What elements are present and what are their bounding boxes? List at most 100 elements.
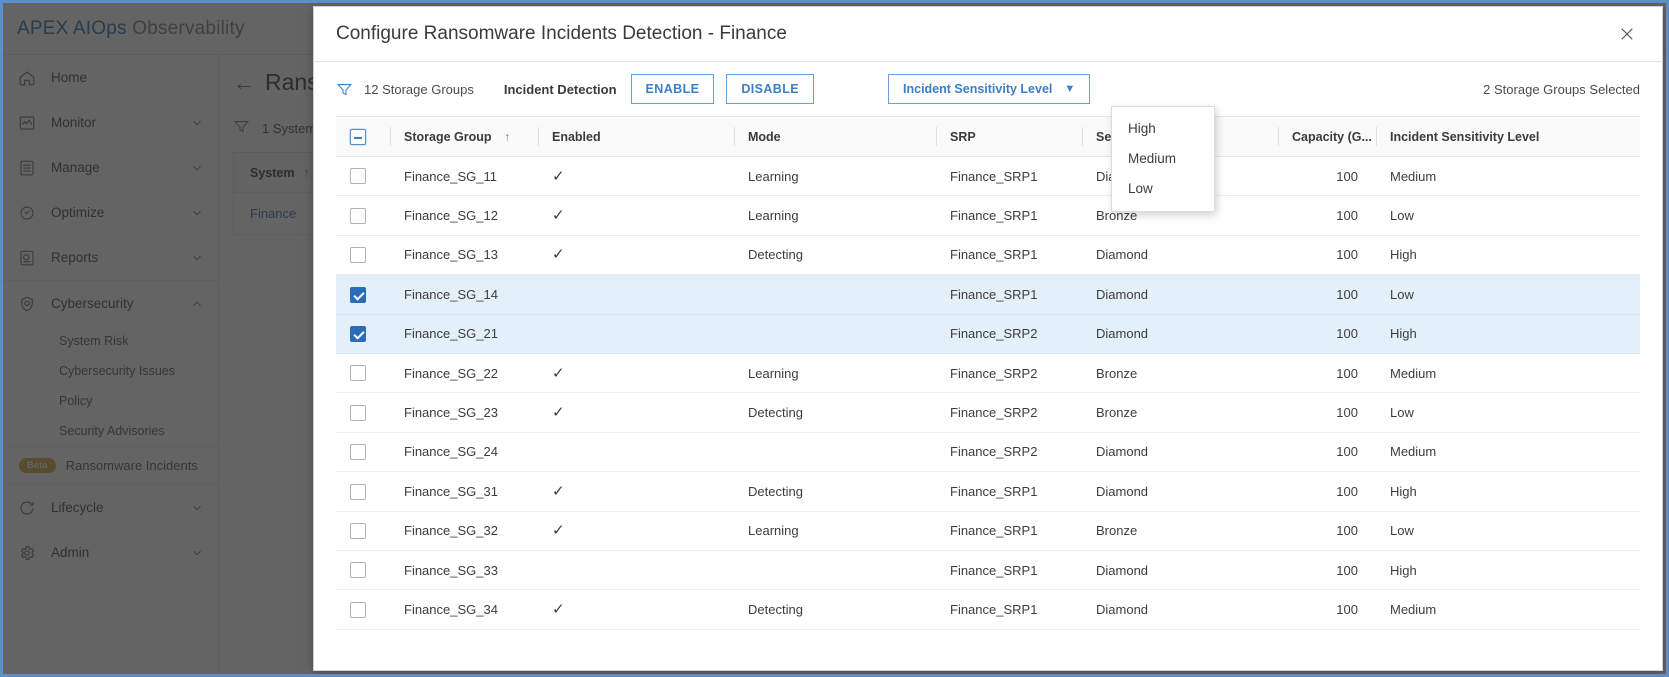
cell-storage-group: Finance_SG_23	[390, 392, 538, 433]
cell-capacity: 100	[1278, 235, 1376, 276]
selection-summary: 2 Storage Groups Selected	[1483, 81, 1640, 97]
column-label: Capacity (G...	[1292, 129, 1372, 144]
cell-mode: Detecting	[734, 589, 936, 630]
incident-sensitivity-level-dropdown-button[interactable]: Incident Sensitivity Level ▼	[888, 74, 1091, 104]
screen-root: APEX AIOps Observability Home Monitor	[0, 0, 1669, 677]
dialog-toolbar: 12 Storage Groups Incident Detection ENA…	[314, 62, 1662, 116]
column-label: Enabled	[552, 129, 601, 144]
check-icon: ✓	[552, 404, 565, 422]
row-select-cell	[336, 550, 390, 591]
row-checkbox[interactable]	[350, 365, 366, 382]
table-row[interactable]: Finance_SG_13 ✓ Detecting Finance_SRP1 Diamo…	[336, 235, 1640, 276]
row-checkbox[interactable]	[350, 247, 366, 264]
cell-srp: Finance_SRP1	[936, 156, 1082, 197]
check-icon: ✓	[552, 600, 565, 618]
cell-capacity: 100	[1278, 156, 1376, 197]
table-row[interactable]: Finance_SG_14 Finance_SRP1 Diamond 100 Low	[336, 274, 1640, 315]
row-select-cell	[336, 156, 390, 197]
cell-storage-group: Finance_SG_33	[390, 550, 538, 591]
incident-detection-label: Incident Detection	[503, 81, 617, 97]
row-checkbox[interactable]	[350, 483, 366, 500]
cell-storage-group: Finance_SG_31	[390, 471, 538, 512]
cell-sensitivity: Low	[1376, 392, 1640, 433]
select-all-checkbox[interactable]	[350, 128, 366, 145]
row-select-cell	[336, 314, 390, 354]
menu-item-low[interactable]: Low	[1112, 173, 1214, 203]
row-checkbox[interactable]	[350, 522, 366, 539]
menu-item-high[interactable]: High	[1112, 113, 1214, 143]
cell-service-level: Diamond	[1082, 589, 1278, 630]
cell-sensitivity: Low	[1376, 195, 1640, 236]
column-select-all	[336, 116, 390, 157]
cell-sensitivity: High	[1376, 471, 1640, 512]
table-row[interactable]: Finance_SG_23 ✓ Detecting Finance_SRP2 Bronz…	[336, 392, 1640, 433]
cell-service-level: Bronze	[1082, 353, 1278, 394]
column-srp[interactable]: SRP	[936, 116, 1082, 157]
column-capacity[interactable]: Capacity (G...	[1278, 116, 1376, 157]
row-checkbox[interactable]	[350, 562, 366, 579]
cell-srp: Finance_SRP1	[936, 235, 1082, 276]
check-icon: ✓	[552, 207, 565, 225]
cell-storage-group: Finance_SG_11	[390, 156, 538, 197]
cell-sensitivity: High	[1376, 235, 1640, 276]
cell-sensitivity: Low	[1376, 274, 1640, 315]
column-label: Storage Group	[404, 129, 492, 144]
cell-enabled: ✓	[538, 589, 734, 630]
column-storage-group[interactable]: Storage Group ↑	[390, 116, 538, 157]
cell-storage-group: Finance_SG_34	[390, 589, 538, 630]
cell-mode	[734, 550, 936, 591]
row-checkbox[interactable]	[350, 601, 366, 618]
cell-mode: Learning	[734, 156, 936, 197]
column-enabled[interactable]: Enabled	[538, 116, 734, 157]
cell-mode: Detecting	[734, 471, 936, 512]
table-row[interactable]: Finance_SG_31 ✓ Detecting Finance_SRP1 Diamo…	[336, 471, 1640, 512]
column-incident-sensitivity-level[interactable]: Incident Sensitivity Level	[1376, 116, 1640, 157]
cell-sensitivity: Medium	[1376, 432, 1640, 473]
cell-capacity: 100	[1278, 314, 1376, 354]
cell-mode	[734, 274, 936, 315]
table-body: Finance_SG_11✓LearningFinance_SRP1Diamon…	[336, 156, 1640, 630]
table-row[interactable]: Finance_SG_11✓LearningFinance_SRP1Diamon…	[336, 156, 1640, 197]
table-row[interactable]: Finance_SG_32 ✓ Learning Finance_SRP1 Bronze…	[336, 511, 1640, 551]
cell-srp: Finance_SRP2	[936, 314, 1082, 354]
cell-mode: Learning	[734, 511, 936, 551]
disable-button[interactable]: DISABLE	[726, 74, 815, 104]
cell-storage-group: Finance_SG_12	[390, 195, 538, 236]
cell-capacity: 100	[1278, 432, 1376, 473]
column-label: SRP	[950, 129, 976, 144]
row-checkbox[interactable]	[350, 326, 366, 343]
storage-groups-table-container: Storage Group ↑ Enabled Mode SRP Capacit…	[314, 116, 1662, 670]
row-checkbox[interactable]	[350, 286, 366, 303]
row-checkbox[interactable]	[350, 207, 366, 224]
column-mode[interactable]: Mode	[734, 116, 936, 157]
cell-mode: Learning	[734, 353, 936, 394]
row-select-cell	[336, 235, 390, 276]
table-header-row: Storage Group ↑ Enabled Mode SRP Capacit…	[336, 116, 1640, 157]
cell-mode	[734, 432, 936, 473]
cell-storage-group: Finance_SG_14	[390, 274, 538, 315]
dialog-title: Configure Ransomware Incidents Detection…	[336, 23, 787, 44]
cell-srp: Finance_SRP1	[936, 274, 1082, 315]
menu-item-medium[interactable]: Medium	[1112, 143, 1214, 173]
table-row[interactable]: Finance_SG_22 ✓ Learning Finance_SRP2 Bronze…	[336, 353, 1640, 394]
cell-srp: Finance_SRP1	[936, 511, 1082, 551]
table-row[interactable]: Finance_SG_34 ✓ Detecting Finance_SRP1 Diamo…	[336, 589, 1640, 630]
column-label: Mode	[748, 129, 781, 144]
row-checkbox[interactable]	[350, 444, 366, 461]
row-select-cell	[336, 511, 390, 551]
table-row[interactable]: Finance_SG_12 ✓ Learning Finance_SRP1 Bronze…	[336, 195, 1640, 236]
table-row[interactable]: Finance_SG_24 Finance_SRP2 Diamond 100 Mediu…	[336, 432, 1640, 473]
close-icon[interactable]	[1614, 21, 1640, 47]
table-row[interactable]: Finance_SG_33 Finance_SRP1 Diamond 100 High	[336, 550, 1640, 591]
row-checkbox[interactable]	[350, 404, 366, 421]
cell-storage-group: Finance_SG_21	[390, 314, 538, 354]
storage-group-filter[interactable]: 12 Storage Groups	[336, 81, 474, 98]
row-checkbox[interactable]	[350, 168, 366, 185]
cell-mode: Detecting	[734, 235, 936, 276]
table-row[interactable]: Finance_SG_21 Finance_SRP2 Diamond 100 High	[336, 314, 1640, 354]
cell-enabled	[538, 432, 734, 473]
cell-service-level: Bronze	[1082, 392, 1278, 433]
enable-button[interactable]: ENABLE	[630, 74, 715, 104]
row-select-cell	[336, 392, 390, 433]
cell-sensitivity: High	[1376, 314, 1640, 354]
